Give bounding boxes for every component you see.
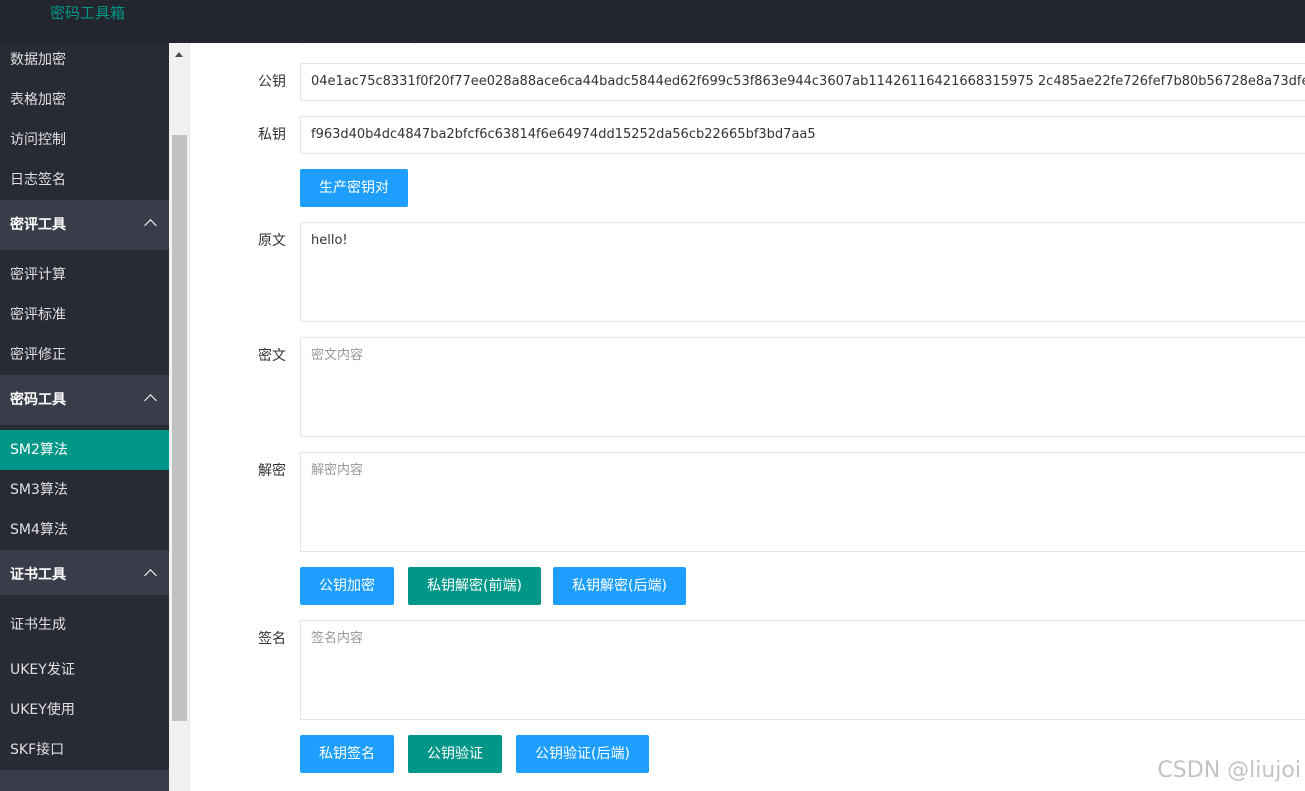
sidebar-item-ukey-issue[interactable]: UKEY发证 xyxy=(0,650,169,690)
sidebar-item-access-control[interactable]: 访问控制 xyxy=(0,120,169,160)
signature-textarea[interactable] xyxy=(300,620,1305,720)
app-title[interactable]: 密码工具箱 xyxy=(50,3,125,23)
sidebar-group-cert[interactable]: 证书工具 xyxy=(0,550,169,595)
sidebar-group-cert-label: 证书工具 xyxy=(10,567,66,583)
scroll-up-arrow-icon[interactable] xyxy=(175,52,183,57)
chevron-up-icon xyxy=(144,219,157,232)
sidebar-group-crypto-label: 密码工具 xyxy=(10,392,66,408)
ciphertext-label: 密文 xyxy=(258,348,286,364)
public-key-verify-button[interactable]: 公钥验证 xyxy=(408,735,502,773)
decrypted-label: 解密 xyxy=(258,463,286,479)
sidebar-item-eval-calc[interactable]: 密评计算 xyxy=(0,250,169,295)
tab-edge xyxy=(302,43,415,45)
plaintext-label: 原文 xyxy=(258,233,286,249)
sidebar-item-data-encrypt[interactable]: 数据加密 xyxy=(0,43,169,80)
chevron-up-icon xyxy=(144,394,157,407)
generate-keypair-button[interactable]: 生产密钥对 xyxy=(300,169,408,207)
private-key-decrypt-frontend-button[interactable]: 私钥解密(前端) xyxy=(408,567,541,605)
sidebar-group-eval-label: 密评工具 xyxy=(10,217,66,233)
sidebar-item-skf[interactable]: SKF接口 xyxy=(0,730,169,770)
main-panel: 公钥 04e1ac75c8331f0f20f77ee028a88ace6ca44… xyxy=(190,43,1305,791)
sidebar-item-table-encrypt[interactable]: 表格加密 xyxy=(0,80,169,120)
sidebar-item-eval-fix[interactable]: 密评修正 xyxy=(0,335,169,375)
sidebar-group-crypto[interactable]: 密码工具 xyxy=(0,375,169,425)
sidebar-item-sm3[interactable]: SM3算法 xyxy=(0,470,169,510)
public-key-verify-backend-button[interactable]: 公钥验证(后端) xyxy=(516,735,649,773)
decrypted-textarea[interactable] xyxy=(300,452,1305,552)
public-key-label: 公钥 xyxy=(258,74,286,90)
scrollbar-thumb[interactable] xyxy=(172,135,187,721)
private-key-field[interactable]: f963d40b4dc4847ba2bfcf6c63814f6e64974dd1… xyxy=(300,116,1305,154)
sidebar-item-cert-gen[interactable]: 证书生成 xyxy=(0,595,169,650)
sidebar-item-sm2[interactable]: SM2算法 xyxy=(0,430,169,470)
plaintext-textarea[interactable]: hello! xyxy=(300,222,1305,322)
private-key-sign-button[interactable]: 私钥签名 xyxy=(300,735,394,773)
sidebar-scrollbar[interactable] xyxy=(169,43,190,791)
private-key-label: 私钥 xyxy=(258,127,286,143)
public-key-field[interactable]: 04e1ac75c8331f0f20f77ee028a88ace6ca44bad… xyxy=(300,63,1305,101)
chevron-up-icon xyxy=(144,569,157,582)
sidebar-item-sm4[interactable]: SM4算法 xyxy=(0,510,169,550)
signature-label: 签名 xyxy=(258,631,286,647)
sidebar-item-eval-standard[interactable]: 密评标准 xyxy=(0,295,169,335)
sidebar-item-log-sign[interactable]: 日志签名 xyxy=(0,160,169,200)
public-key-encrypt-button[interactable]: 公钥加密 xyxy=(300,567,394,605)
top-header: 密码工具箱 xyxy=(0,0,1305,43)
sidebar-nav: 数据加密 表格加密 访问控制 日志签名 密评工具 密评计算 密评标准 密评修正 … xyxy=(0,43,169,791)
sidebar-item-ukey-use[interactable]: UKEY使用 xyxy=(0,690,169,730)
watermark: CSDN @liujoi xyxy=(1157,758,1301,783)
ciphertext-textarea[interactable] xyxy=(300,337,1305,437)
private-key-decrypt-backend-button[interactable]: 私钥解密(后端) xyxy=(553,567,686,605)
sidebar-group-eval[interactable]: 密评工具 xyxy=(0,200,169,250)
